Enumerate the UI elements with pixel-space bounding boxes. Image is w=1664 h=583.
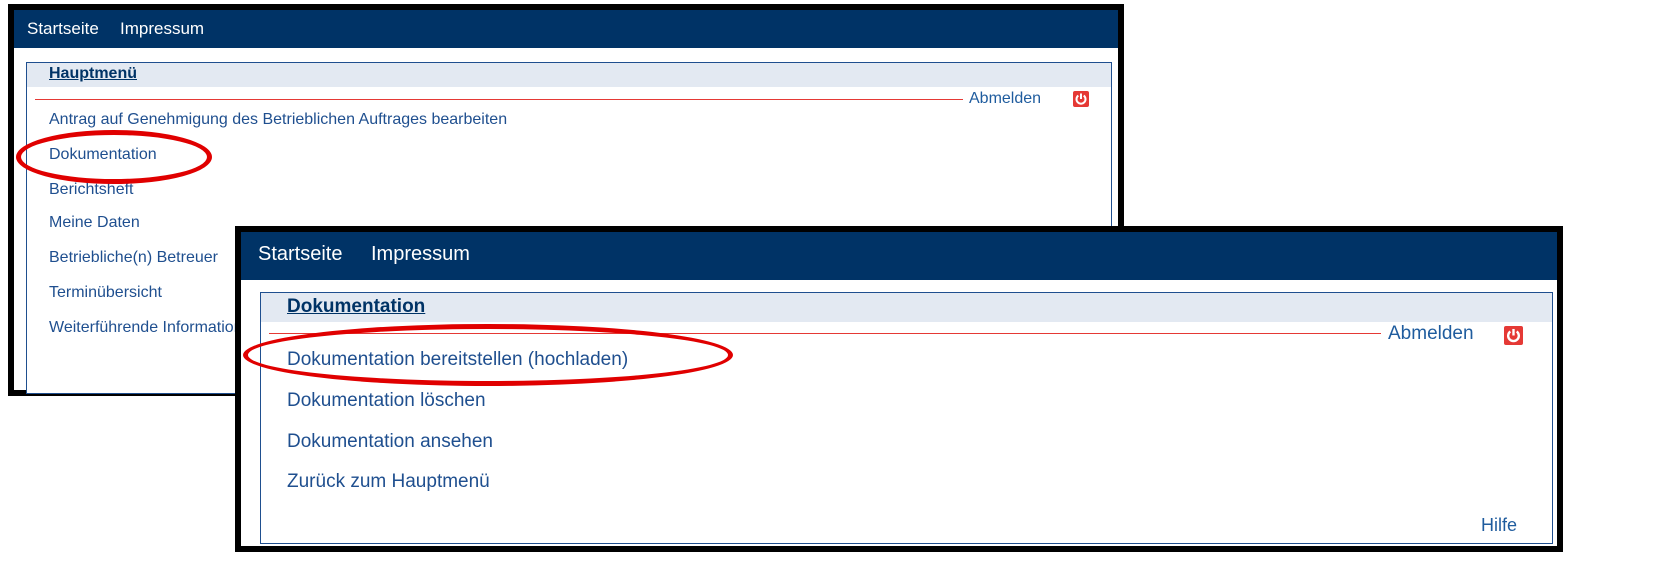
highlight-ring-dokumentation xyxy=(16,130,212,184)
top-nav-bar: Startseite Impressum xyxy=(241,232,1557,280)
menu-item-weiterfuehrende-informationen[interactable]: Weiterführende Informationen xyxy=(49,319,260,337)
menu-item-antrag[interactable]: Antrag auf Genehmigung des Betrieblichen… xyxy=(49,111,507,129)
nav-startseite[interactable]: Startseite xyxy=(27,19,99,39)
menu-item-terminuebersicht[interactable]: Terminübersicht xyxy=(49,284,162,302)
documentation-window: Startseite Impressum Dokumentation Abmel… xyxy=(235,226,1563,552)
menu-item-ansehen[interactable]: Dokumentation ansehen xyxy=(287,431,493,453)
panel-title[interactable]: Hauptmenü xyxy=(49,65,137,83)
power-icon[interactable] xyxy=(1073,91,1089,107)
help-link[interactable]: Hilfe xyxy=(1481,515,1517,536)
nav-impressum[interactable]: Impressum xyxy=(120,19,204,39)
top-nav-bar: Startseite Impressum xyxy=(14,10,1118,48)
menu-item-zurueck-hauptmenue[interactable]: Zurück zum Hauptmenü xyxy=(287,471,490,493)
panel-title[interactable]: Dokumentation xyxy=(287,296,425,318)
panel-header: Hauptmenü xyxy=(27,63,1111,87)
highlight-ring-bereitstellen xyxy=(243,324,733,386)
nav-impressum[interactable]: Impressum xyxy=(371,243,470,266)
menu-item-loeschen[interactable]: Dokumentation löschen xyxy=(287,390,486,412)
header-divider xyxy=(35,99,963,100)
logout-link[interactable]: Abmelden xyxy=(1388,323,1474,345)
menu-item-meine-daten[interactable]: Meine Daten xyxy=(49,214,140,232)
nav-startseite[interactable]: Startseite xyxy=(258,243,342,266)
panel-header: Dokumentation xyxy=(261,293,1552,322)
logout-link[interactable]: Abmelden xyxy=(969,90,1041,108)
menu-item-betreuer[interactable]: Betriebliche(n) Betreuer xyxy=(49,249,218,267)
power-icon[interactable] xyxy=(1504,326,1523,345)
